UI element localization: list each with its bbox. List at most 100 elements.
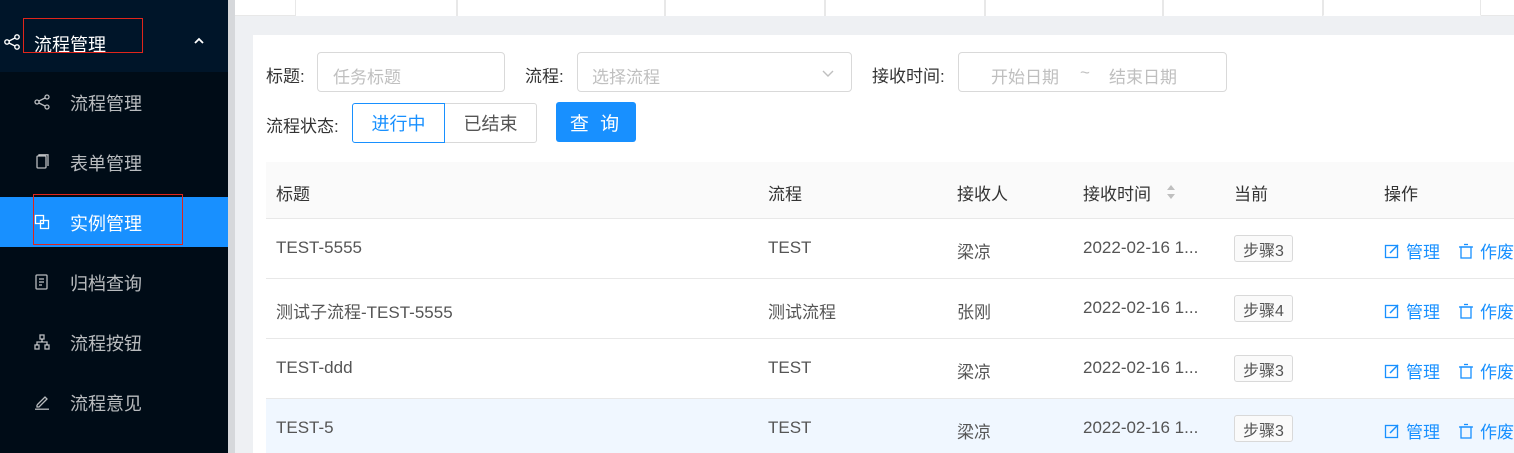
sidebar-item-form-manage[interactable]: 表单管理 (0, 137, 228, 187)
flow-placeholder: 选择流程 (592, 68, 660, 87)
void-label: 作废 (1480, 303, 1514, 322)
cluster-icon (34, 334, 50, 350)
manage-label: 管理 (1406, 363, 1440, 382)
manage-link[interactable]: 管理 (1384, 238, 1440, 263)
manage-label: 管理 (1406, 303, 1440, 322)
table-row[interactable]: TEST-5 TEST 梁凉 2022-02-16 1... 步骤3 管理 作废 (266, 399, 1514, 453)
cell-receiver: 梁凉 (957, 243, 991, 262)
edit-icon (35, 396, 49, 410)
title-input[interactable]: 任务标题 (317, 52, 505, 92)
title-placeholder: 任务标题 (333, 68, 401, 87)
cell-flow: TEST (768, 358, 812, 377)
manage-label: 管理 (1406, 243, 1440, 262)
void-label: 作废 (1480, 363, 1514, 382)
column-header-current: 当前 (1234, 185, 1268, 204)
annotation-box (33, 194, 183, 245)
void-label: 作废 (1480, 423, 1514, 442)
cell-time: 2022-02-16 1... (1083, 358, 1199, 377)
cell-title: 测试子流程-TEST-5555 (276, 303, 453, 322)
receive-time-label: 接收时间: (872, 67, 945, 86)
manage-link[interactable]: 管理 (1384, 298, 1440, 323)
flow-label: 流程: (525, 67, 564, 86)
copy-icon (36, 154, 49, 169)
cell-time: 2022-02-16 1... (1083, 238, 1199, 257)
table-row[interactable]: TEST-ddd TEST 梁凉 2022-02-16 1... 步骤3 管理 … (266, 339, 1514, 399)
step-tag: 步骤3 (1234, 355, 1293, 382)
cell-title: TEST-5 (276, 418, 334, 437)
delete-icon (1459, 243, 1473, 259)
title-label: 标题: (266, 67, 305, 86)
status-option-ended[interactable]: 已结束 (444, 103, 537, 143)
query-button[interactable]: 查 询 (556, 102, 636, 142)
tab-strip (235, 0, 1514, 16)
chevron-up-icon[interactable] (192, 34, 206, 48)
end-date-input[interactable]: 结束日期 (1109, 63, 1177, 88)
tab[interactable] (825, 0, 985, 16)
step-tag: 步骤3 (1234, 415, 1293, 442)
sidebar: 流程管理 流程管理 表单管理 实例管理 归档查询 流程按钮 流程意见 (0, 0, 228, 453)
column-header-actions: 操作 (1384, 185, 1418, 204)
cell-receiver: 梁凉 (957, 423, 991, 442)
void-link[interactable]: 作废 (1458, 298, 1514, 323)
step-tag: 步骤3 (1234, 235, 1293, 262)
edit-icon (1384, 303, 1399, 318)
sidebar-item-flow-buttons[interactable]: 流程按钮 (0, 317, 228, 367)
sidebar-item-flow-opinions[interactable]: 流程意见 (0, 377, 228, 427)
column-header-flow: 流程 (768, 185, 802, 204)
status-label: 流程状态: (266, 117, 339, 136)
tab[interactable] (665, 0, 825, 16)
range-separator: ~ (1080, 63, 1090, 82)
tab[interactable] (295, 0, 457, 16)
sidebar-item-archive-query[interactable]: 归档查询 (0, 257, 228, 307)
column-header-receiver: 接收人 (957, 185, 1008, 204)
edit-icon (1384, 243, 1399, 258)
void-label: 作废 (1480, 243, 1514, 262)
edit-icon (1384, 423, 1399, 438)
share-icon (4, 34, 20, 50)
tab-active[interactable] (1323, 0, 1481, 16)
delete-icon (1459, 303, 1473, 319)
void-link[interactable]: 作废 (1458, 238, 1514, 263)
void-link[interactable]: 作废 (1458, 358, 1514, 383)
cell-receiver: 梁凉 (957, 363, 991, 382)
step-tag: 步骤4 (1234, 295, 1293, 322)
column-header-title: 标题 (276, 185, 310, 204)
cell-time: 2022-02-16 1... (1083, 298, 1199, 317)
table-header: 标题 流程 接收人 接收时间 当前 操作 (266, 162, 1514, 219)
annotation-box (23, 18, 143, 53)
cell-time: 2022-02-16 1... (1083, 418, 1199, 437)
void-link[interactable]: 作废 (1458, 418, 1514, 443)
start-date-input[interactable]: 开始日期 (991, 63, 1059, 88)
cell-flow: 测试流程 (768, 303, 836, 322)
column-header-receive-time[interactable]: 接收时间 (1083, 180, 1151, 205)
delete-icon (1459, 423, 1473, 439)
tab[interactable] (1163, 0, 1323, 16)
sidebar-scrollbar[interactable] (228, 0, 235, 453)
table-row[interactable]: 测试子流程-TEST-5555 测试流程 张刚 2022-02-16 1... … (266, 279, 1514, 339)
file-search-icon (35, 274, 48, 290)
sidebar-item-label: 流程管理 (70, 94, 142, 114)
tab[interactable] (457, 0, 665, 16)
sidebar-item-flow-manage[interactable]: 流程管理 (0, 77, 228, 127)
sidebar-item-label: 表单管理 (70, 154, 142, 174)
sidebar-item-label: 归档查询 (70, 274, 142, 294)
cell-receiver: 张刚 (957, 303, 991, 322)
table-row[interactable]: TEST-5555 TEST 梁凉 2022-02-16 1... 步骤3 管理… (266, 219, 1514, 279)
sort-icon[interactable] (1165, 183, 1177, 201)
flow-select[interactable]: 选择流程 (577, 52, 852, 92)
cell-flow: TEST (768, 238, 812, 257)
share-icon (34, 94, 50, 110)
cell-title: TEST-ddd (276, 358, 353, 377)
delete-icon (1459, 363, 1473, 379)
manage-label: 管理 (1406, 423, 1440, 442)
manage-link[interactable]: 管理 (1384, 358, 1440, 383)
manage-link[interactable]: 管理 (1384, 418, 1440, 443)
sidebar-item-label: 流程按钮 (70, 334, 142, 354)
chevron-down-icon (822, 70, 834, 77)
date-range-picker[interactable]: 开始日期 ~ 结束日期 (958, 52, 1227, 92)
cell-flow: TEST (768, 418, 812, 437)
sidebar-item-label: 流程意见 (70, 394, 142, 414)
status-option-active[interactable]: 进行中 (352, 103, 445, 143)
tab[interactable] (985, 0, 1163, 16)
cell-title: TEST-5555 (276, 238, 362, 257)
